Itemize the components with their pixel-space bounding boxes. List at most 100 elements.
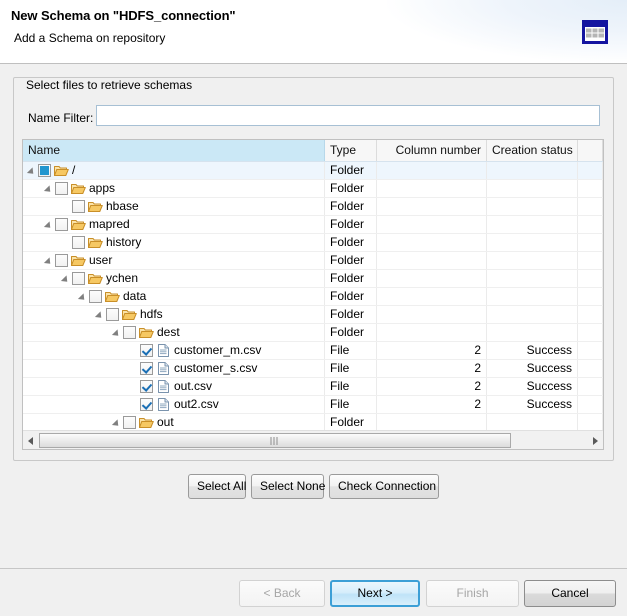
tree-row-label: / (72, 162, 75, 179)
tree-row-name-cell[interactable]: hbase (23, 198, 325, 215)
tree-indent (23, 296, 78, 297)
tree-row[interactable]: userFolder (23, 252, 603, 270)
tree-row-name-cell[interactable]: out (23, 414, 325, 430)
tree-row[interactable]: mapredFolder (23, 216, 603, 234)
row-checkbox[interactable] (55, 218, 68, 231)
tree-row-extra-cell (578, 378, 603, 395)
column-header-name[interactable]: Name (23, 140, 325, 161)
tree-row-name-cell[interactable]: customer_m.csv (23, 342, 325, 359)
expand-collapse-arrow-icon[interactable] (44, 180, 55, 197)
tree-indent (23, 260, 44, 261)
tree-row[interactable]: / Folder (23, 162, 603, 180)
folder-icon (88, 236, 103, 249)
tree-row-name-cell[interactable]: out.csv (23, 378, 325, 395)
column-header-type[interactable]: Type (325, 140, 377, 161)
page-subtitle: Add a Schema on repository (14, 31, 165, 45)
tree-row-name-cell[interactable]: customer_s.csv (23, 360, 325, 377)
scroll-left-arrow-icon[interactable] (23, 432, 39, 449)
expand-collapse-arrow-icon[interactable] (44, 216, 55, 233)
row-checkbox[interactable] (55, 254, 68, 267)
expand-collapse-arrow-icon[interactable] (78, 288, 89, 305)
tree-row-label: ychen (106, 270, 138, 287)
row-checkbox[interactable] (140, 344, 153, 357)
tree-row-num-cell: 2 (377, 378, 487, 395)
column-header-extra[interactable] (578, 140, 603, 161)
row-checkbox[interactable] (72, 200, 85, 213)
tree-row-status-cell (487, 180, 578, 197)
tree-row[interactable]: hdfsFolder (23, 306, 603, 324)
expand-collapse-arrow-icon[interactable] (95, 306, 106, 323)
horizontal-scrollbar[interactable] (23, 430, 603, 449)
row-checkbox[interactable] (140, 380, 153, 393)
tree-row[interactable]: appsFolder (23, 180, 603, 198)
cancel-button[interactable]: Cancel (524, 580, 616, 607)
tree-row[interactable]: customer_s.csvFile2Success (23, 360, 603, 378)
name-filter-input[interactable] (96, 105, 600, 126)
tree-row[interactable]: ychenFolder (23, 270, 603, 288)
folder-icon (139, 416, 154, 429)
column-header-num[interactable]: Column number (377, 140, 487, 161)
row-checkbox[interactable] (55, 182, 68, 195)
tree-row-extra-cell (578, 234, 603, 251)
tree-row[interactable]: customer_m.csvFile2Success (23, 342, 603, 360)
expand-collapse-arrow-icon[interactable] (27, 162, 38, 179)
tree-row[interactable]: out.csvFile2Success (23, 378, 603, 396)
tree-indent (23, 206, 61, 207)
tree-row-name-cell[interactable]: out2.csv (23, 396, 325, 413)
tree-row-label: out2.csv (174, 396, 219, 413)
tree-row-name-cell[interactable]: hdfs (23, 306, 325, 323)
row-checkbox[interactable] (38, 164, 51, 177)
row-checkbox[interactable] (123, 416, 136, 429)
tree-row-name-cell[interactable]: ychen (23, 270, 325, 287)
tree-row-extra-cell (578, 324, 603, 341)
next-button[interactable]: Next > (330, 580, 420, 607)
expand-collapse-arrow-icon[interactable] (44, 252, 55, 269)
tree-row-name-cell[interactable]: / (23, 162, 325, 179)
row-checkbox[interactable] (89, 290, 102, 303)
tree-row-name-cell[interactable]: mapred (23, 216, 325, 233)
row-checkbox[interactable] (123, 326, 136, 339)
tree-row[interactable]: destFolder (23, 324, 603, 342)
tree-row-type-cell: File (325, 360, 377, 377)
tree-row-name-cell[interactable]: apps (23, 180, 325, 197)
expand-collapse-arrow-icon[interactable] (112, 324, 123, 341)
check-connection-button[interactable]: Check Connection (329, 474, 439, 499)
expand-collapse-arrow-icon[interactable] (112, 414, 123, 430)
row-checkbox[interactable] (140, 398, 153, 411)
tree-row-type-cell: Folder (325, 324, 377, 341)
tree-row-extra-cell (578, 252, 603, 269)
folder-icon (122, 308, 137, 321)
tree-row-type-cell: Folder (325, 162, 377, 179)
tree-row-name-cell[interactable]: history (23, 234, 325, 251)
tree-row-name-cell[interactable]: dest (23, 324, 325, 341)
scrollbar-thumb[interactable] (39, 433, 511, 448)
page-title: New Schema on "HDFS_connection" (11, 8, 236, 23)
tree-row[interactable]: out2.csvFile2Success (23, 396, 603, 414)
tree-row-type-cell: Folder (325, 180, 377, 197)
tree-row[interactable]: dataFolder (23, 288, 603, 306)
tree-row-name-cell[interactable]: data (23, 288, 325, 305)
select-all-button[interactable]: Select All (188, 474, 246, 499)
row-checkbox[interactable] (140, 362, 153, 375)
tree-body[interactable]: /FolderappsFolderhbaseFoldermapredFolder… (23, 162, 603, 430)
folder-icon (71, 254, 86, 267)
schema-tree[interactable]: NameTypeColumn numberCreation status / Fo… (22, 139, 604, 450)
tree-row[interactable]: hbaseFolder (23, 198, 603, 216)
select-none-button[interactable]: Select None (251, 474, 324, 499)
scrollbar-track[interactable] (39, 432, 587, 449)
tree-row[interactable]: historyFolder (23, 234, 603, 252)
row-checkbox[interactable] (72, 236, 85, 249)
tree-row-label: hbase (106, 198, 139, 215)
tree-indent (23, 332, 112, 333)
tree-row-type-cell: File (325, 396, 377, 413)
row-checkbox[interactable] (106, 308, 119, 321)
row-checkbox[interactable] (72, 272, 85, 285)
tree-row[interactable]: outFolder (23, 414, 603, 430)
name-filter-label: Name Filter: (28, 111, 93, 125)
expand-collapse-arrow-icon[interactable] (61, 270, 72, 287)
folder-icon (71, 218, 86, 231)
tree-row-name-cell[interactable]: user (23, 252, 325, 269)
column-header-status[interactable]: Creation status (487, 140, 578, 161)
tree-row-num-cell (377, 216, 487, 233)
scroll-right-arrow-icon[interactable] (587, 432, 603, 449)
